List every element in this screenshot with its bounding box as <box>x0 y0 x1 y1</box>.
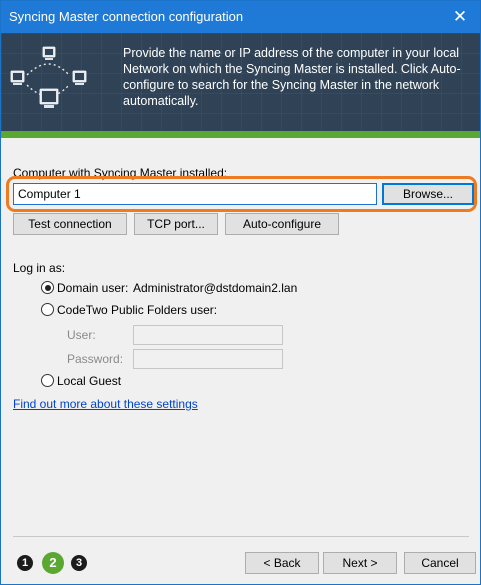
test-connection-button[interactable]: Test connection <box>13 213 127 235</box>
auto-configure-button[interactable]: Auto-configure <box>225 213 339 235</box>
step-1-indicator: 1 <box>17 555 33 571</box>
accent-bar <box>1 131 480 138</box>
browse-button[interactable]: Browse... <box>382 183 474 205</box>
user-field[interactable] <box>133 325 283 345</box>
close-icon[interactable]: ✕ <box>440 1 480 33</box>
tcp-port-button[interactable]: TCP port... <box>134 213 218 235</box>
computer-name-input[interactable] <box>13 183 377 205</box>
domain-user-value: Administrator@dstdomain2.lan <box>133 281 298 295</box>
local-guest-label[interactable]: Local Guest <box>57 374 121 388</box>
login-heading: Log in as: <box>13 261 66 275</box>
settings-help-link[interactable]: Find out more about these settings <box>13 397 198 411</box>
title-bar: Syncing Master connection configuration … <box>1 1 480 33</box>
dialog-window: Syncing Master connection configuration … <box>0 0 481 585</box>
public-folders-user-radio[interactable] <box>41 303 54 316</box>
next-button[interactable]: Next > <box>323 552 397 574</box>
password-field[interactable] <box>133 349 283 369</box>
public-folders-user-label[interactable]: CodeTwo Public Folders user: <box>57 303 217 317</box>
domain-user-radio[interactable] <box>41 281 54 294</box>
back-button[interactable]: < Back <box>245 552 319 574</box>
local-guest-radio[interactable] <box>41 374 54 387</box>
window-title: Syncing Master connection configuration <box>9 9 244 24</box>
network-computers-icon <box>10 46 87 108</box>
domain-user-label[interactable]: Domain user: <box>57 281 128 295</box>
user-label: User: <box>67 328 96 342</box>
wizard-footer: 1 2 3 < Back Next > Cancel <box>1 537 480 584</box>
header-banner: Provide the name or IP address of the co… <box>1 33 480 131</box>
main-content: Computer with Syncing Master installed: … <box>1 138 480 536</box>
password-label: Password: <box>67 352 124 366</box>
step-2-indicator: 2 <box>42 552 64 574</box>
cancel-button[interactable]: Cancel <box>404 552 476 574</box>
banner-description: Provide the name or IP address of the co… <box>123 46 461 108</box>
step-3-indicator: 3 <box>71 555 87 571</box>
